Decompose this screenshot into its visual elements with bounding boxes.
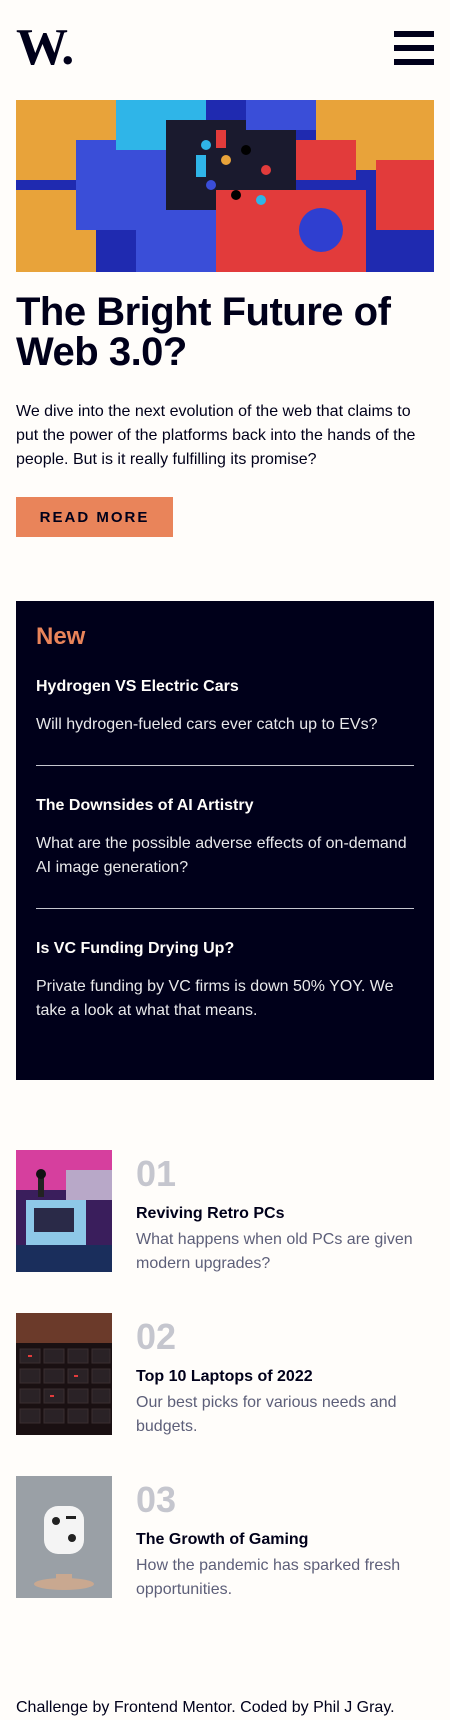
new-article-text: What are the possible adverse effects of… bbox=[36, 835, 407, 876]
new-article-title[interactable]: The Downsides of AI Artistry bbox=[36, 796, 414, 816]
read-more-button[interactable]: READ MORE bbox=[16, 497, 173, 537]
hero-image bbox=[16, 100, 434, 272]
new-article-title[interactable]: Hydrogen VS Electric Cars bbox=[36, 677, 414, 697]
list-item: 01 Reviving Retro PCs What happens when … bbox=[16, 1150, 434, 1272]
new-article-item: Hydrogen VS Electric Cars Will hydrogen-… bbox=[36, 677, 414, 737]
new-article-text: Private funding by VC firms is down 50% … bbox=[36, 978, 394, 1019]
new-articles-panel: New Hydrogen VS Electric Cars Will hydro… bbox=[16, 601, 434, 1080]
divider bbox=[36, 765, 414, 766]
new-article-item: Is VC Funding Drying Up? Private funding… bbox=[36, 939, 414, 1023]
list-item-title[interactable]: The Growth of Gaming bbox=[136, 1530, 308, 1550]
list-item-number: 02 bbox=[136, 1316, 177, 1357]
list-item-title[interactable]: Reviving Retro PCs bbox=[136, 1204, 284, 1224]
list-item: 02 Top 10 Laptops of 2022 Our best picks… bbox=[16, 1313, 434, 1435]
list-item-title[interactable]: Top 10 Laptops of 2022 bbox=[136, 1367, 313, 1387]
list-item-number: 03 bbox=[136, 1479, 177, 1520]
list-item-text: How the pandemic has sparked fresh oppor… bbox=[136, 1557, 401, 1598]
menu-bar bbox=[394, 59, 434, 65]
list-item: 03 The Growth of Gaming How the pandemic… bbox=[16, 1476, 434, 1598]
menu-bar bbox=[394, 45, 434, 51]
new-article-text: Will hydrogen-fueled cars ever catch up … bbox=[36, 716, 378, 733]
menu-bar bbox=[394, 31, 434, 37]
divider bbox=[36, 908, 414, 909]
site-footer: Challenge by Frontend Mentor. Coded by P… bbox=[16, 1699, 395, 1716]
site-header: W. bbox=[16, 22, 434, 74]
site-logo[interactable]: W. bbox=[16, 22, 74, 74]
gaming-controller-thumbnail bbox=[16, 1476, 112, 1598]
list-item-text: What happens when old PCs are given mode… bbox=[136, 1231, 413, 1272]
hamburger-menu-icon[interactable] bbox=[394, 28, 434, 68]
new-article-title[interactable]: Is VC Funding Drying Up? bbox=[36, 939, 414, 959]
list-item-text: Our best picks for various needs and bud… bbox=[136, 1394, 397, 1435]
new-article-item: The Downsides of AI Artistry What are th… bbox=[36, 796, 414, 880]
new-panel-heading: New bbox=[36, 623, 86, 650]
hero-title: The Bright Future of Web 3.0? bbox=[16, 290, 391, 374]
list-item-number: 01 bbox=[136, 1153, 177, 1194]
hero-description: We dive into the next evolution of the w… bbox=[16, 403, 416, 468]
retro-pc-thumbnail bbox=[16, 1150, 112, 1272]
laptop-keyboard-thumbnail bbox=[16, 1313, 112, 1435]
